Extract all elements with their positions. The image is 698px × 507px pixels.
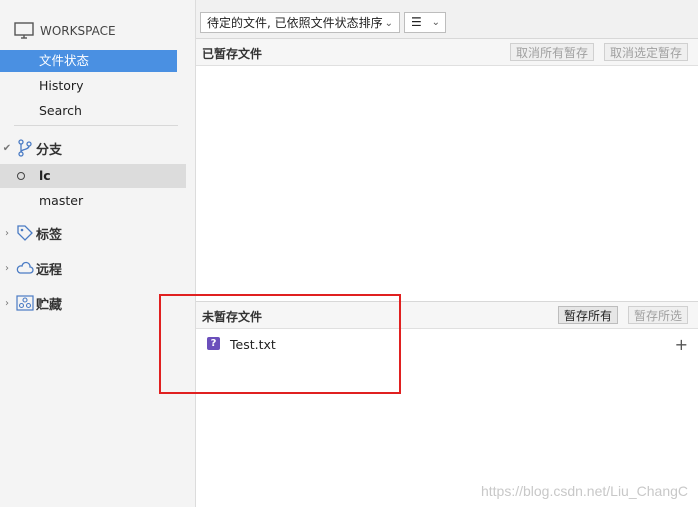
highlight-annotation-box xyxy=(159,294,401,394)
collapsed-arrow-icon: › xyxy=(5,262,9,274)
list-icon: ☰ xyxy=(411,15,422,29)
stashes-group[interactable]: › 贮藏 xyxy=(0,291,62,315)
nav-search[interactable]: Search xyxy=(0,100,177,122)
expanded-arrow-icon: ✔ xyxy=(2,142,12,154)
file-toolbar: 待定的文件, 已依照文件状态排序 ⌄ ☰ ⌄ xyxy=(196,0,698,39)
sort-dropdown-label: 待定的文件, 已依照文件状态排序 xyxy=(207,16,383,30)
staged-files-list xyxy=(196,66,698,302)
watermark: https://blog.csdn.net/Liu_ChangC xyxy=(480,483,688,499)
current-branch-icon xyxy=(17,172,25,180)
staged-title: 已暂存文件 xyxy=(202,47,263,61)
view-mode-dropdown[interactable]: ☰ ⌄ xyxy=(404,12,446,33)
branch-item-master[interactable]: master xyxy=(0,189,186,213)
monitor-icon xyxy=(14,22,34,39)
sidebar: WORKSPACE 文件状态 History Search ✔ 分支 lc ma… xyxy=(0,0,196,507)
branch-item-lc[interactable]: lc xyxy=(0,164,186,188)
remotes-group[interactable]: › 远程 xyxy=(0,256,62,280)
sort-dropdown[interactable]: 待定的文件, 已依照文件状态排序 ⌄ xyxy=(200,12,400,33)
branches-label: 分支 xyxy=(36,142,63,158)
chevron-down-icon: ⌄ xyxy=(384,18,393,29)
branch-name: master xyxy=(39,193,84,208)
cloud-icon xyxy=(14,261,36,275)
unstage-selected-button[interactable]: 取消选定暂存 xyxy=(604,43,689,61)
collapsed-arrow-icon: › xyxy=(5,297,9,309)
stashes-label: 贮藏 xyxy=(36,297,63,313)
tags-label: 标签 xyxy=(36,227,63,243)
workspace-label: WORKSPACE xyxy=(40,24,116,38)
stage-all-button[interactable]: 暂存所有 xyxy=(558,306,619,324)
sidebar-divider xyxy=(14,125,178,126)
remotes-label: 远程 xyxy=(36,262,63,278)
tag-icon xyxy=(14,224,36,242)
nav-file-status[interactable]: 文件状态 xyxy=(0,50,177,72)
nav-history[interactable]: History xyxy=(0,75,177,97)
unstage-all-button[interactable]: 取消所有暂存 xyxy=(510,43,595,61)
stash-icon xyxy=(14,295,36,311)
stage-file-plus-icon[interactable]: + xyxy=(675,335,688,354)
stage-selected-button[interactable]: 暂存所选 xyxy=(628,306,689,324)
collapsed-arrow-icon: › xyxy=(5,227,9,239)
tags-group[interactable]: › 标签 xyxy=(0,221,62,245)
branch-name: lc xyxy=(39,168,51,183)
branch-icon xyxy=(14,139,36,157)
staged-header: 已暂存文件 取消所有暂存 取消选定暂存 xyxy=(196,39,698,66)
branches-group[interactable]: ✔ 分支 xyxy=(0,136,62,160)
workspace-header: WORKSPACE xyxy=(14,21,116,41)
main-panel: 待定的文件, 已依照文件状态排序 ⌄ ☰ ⌄ 已暂存文件 取消所有暂存 取消选定… xyxy=(196,0,698,507)
chevron-down-icon: ⌄ xyxy=(431,17,440,28)
